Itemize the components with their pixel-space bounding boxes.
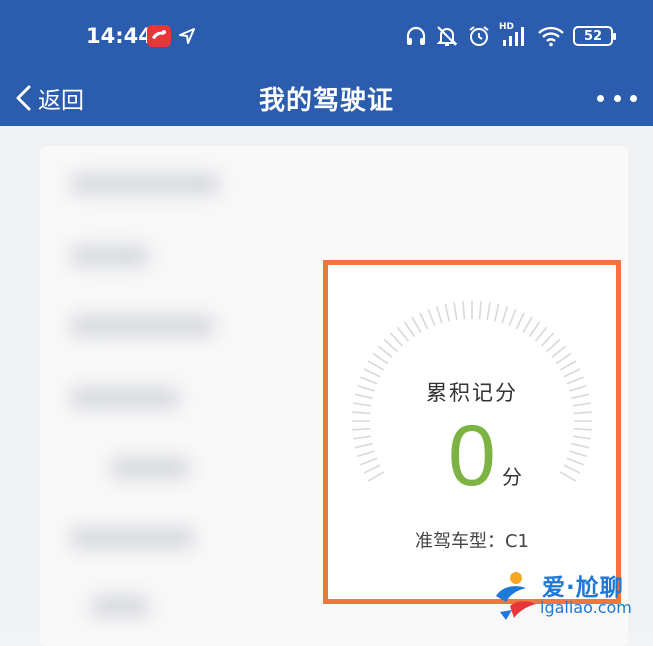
points-card[interactable]: 累积记分 0 分 准驾车型：C1 — [323, 260, 621, 604]
battery-icon: 52 — [573, 26, 616, 46]
gauge-tick — [555, 352, 572, 365]
gauge-tick — [352, 411, 371, 415]
alarm-icon — [469, 26, 489, 46]
gauge-tick — [383, 338, 398, 353]
gauge-tick — [501, 306, 509, 324]
blurred-field — [70, 388, 180, 408]
gauge-tick — [389, 332, 404, 347]
gauge-tick — [515, 312, 525, 330]
gauge-tick — [546, 338, 561, 353]
gauge-tick — [566, 457, 584, 466]
gauge-tick — [396, 326, 410, 342]
location-arrow-icon — [179, 28, 195, 44]
points-value: 0 — [448, 408, 496, 504]
gauge-tick — [427, 309, 436, 327]
gauge-tick — [360, 457, 378, 466]
gauge-tick — [486, 302, 491, 321]
gauge-tick — [419, 312, 429, 330]
gauge-tick — [372, 352, 389, 365]
blurred-field — [90, 596, 150, 616]
license-class: 准驾车型：C1 — [414, 531, 530, 552]
gauge-tick — [493, 303, 500, 322]
gauge-tick — [559, 471, 577, 482]
blurred-field — [70, 174, 220, 194]
gauge-tick — [363, 464, 381, 474]
gauge-tick — [377, 345, 393, 359]
page-title: 我的驾驶证 — [258, 86, 394, 116]
wifi-icon — [538, 26, 564, 47]
gauge-tick — [354, 442, 373, 449]
gauge-tick — [573, 427, 592, 431]
gauge-tick — [352, 427, 371, 431]
status-time: 14:44 — [86, 24, 153, 48]
gauge-tick — [563, 464, 581, 474]
gauge-tick — [444, 303, 451, 322]
gauge-tick — [357, 450, 375, 458]
gauge-tick — [508, 309, 517, 327]
gauge-tick — [522, 316, 533, 334]
gauge-tick — [571, 442, 590, 449]
status-icons: HD 52 — [405, 22, 616, 50]
gauge-tick — [363, 368, 381, 378]
blurred-field — [70, 528, 195, 548]
gauge-tick — [534, 326, 548, 342]
points-unit: 分 — [502, 465, 522, 489]
points-label: 累积记分 — [426, 381, 518, 405]
gauge-tick — [559, 360, 577, 371]
gauge-tick — [573, 411, 592, 415]
gauge-tick — [435, 306, 443, 324]
bell-muted-icon — [436, 26, 458, 46]
blurred-field — [70, 316, 215, 336]
gauge-tick — [478, 301, 482, 320]
headset-icon — [406, 26, 426, 45]
gauge-tick — [540, 332, 555, 347]
more-dots-icon[interactable] — [597, 84, 637, 112]
gauge-tick — [563, 368, 581, 378]
watermark: 爱·尬聊 igaliao.com — [492, 566, 644, 624]
gauge-tick — [528, 321, 541, 338]
gauge-tick — [367, 360, 385, 371]
signal-icon: HD — [499, 22, 529, 48]
status-bar: 14:44 HD 52 — [0, 0, 653, 70]
gauge-tick — [462, 301, 466, 320]
blurred-field — [70, 246, 150, 266]
gauge-tick — [403, 321, 416, 338]
gauge-tick — [572, 435, 591, 440]
watermark-logo-icon — [496, 572, 536, 620]
gauge-tick — [367, 471, 385, 482]
battery-level: 52 — [583, 28, 603, 44]
gauge-tick — [353, 435, 372, 440]
gauge-tick — [569, 450, 587, 458]
watermark-url: igaliao.com — [540, 598, 632, 617]
gauge-tick — [411, 316, 422, 334]
app-notification-icon — [147, 25, 171, 47]
gauge-tick — [551, 345, 567, 359]
blurred-field — [110, 458, 190, 478]
watermark-title: 爱·尬聊 — [542, 575, 624, 601]
gauge-tick — [453, 302, 458, 321]
nav-bar: 返回 我的驾驶证 — [0, 70, 653, 126]
